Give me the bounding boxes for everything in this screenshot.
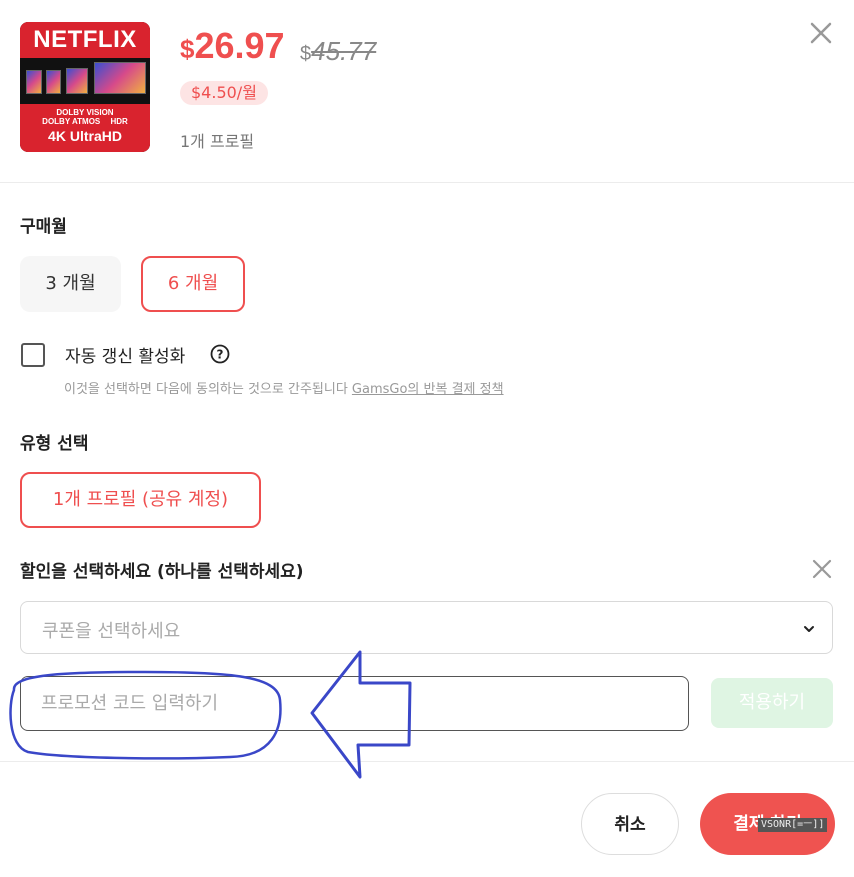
cancel-button[interactable]: 취소 [581, 793, 679, 855]
policy-link[interactable]: GamsGo의 반복 결제 정책 [352, 382, 504, 397]
apply-button[interactable]: 적용하기 [711, 678, 833, 728]
divider [0, 761, 854, 762]
old-price-value: 45.77 [311, 36, 377, 66]
device-screen [66, 68, 88, 94]
close-icon[interactable] [806, 18, 836, 48]
consent-text: 이것을 선택하면 다음에 동의하는 것으로 간주됩니다 [64, 382, 352, 397]
product-image-screens [26, 62, 146, 102]
feature-label: DOLBY VISION [56, 108, 114, 117]
coupon-placeholder: 쿠폰을 선택하세요 [42, 621, 181, 642]
feature-label: HDR [110, 117, 128, 126]
current-price: $26.97 [180, 24, 285, 71]
purchase-period-title: 구매월 [20, 217, 67, 237]
period-3-months-button[interactable]: 3 개월 [20, 256, 121, 312]
chevron-down-icon [804, 626, 814, 632]
monthly-price-badge: $4.50/월 [180, 81, 268, 105]
feature-label: DOLBY ATMOS [42, 117, 101, 126]
profile-count: 1개 프로필 [180, 132, 255, 151]
coupon-select[interactable]: 쿠폰을 선택하세요 [20, 601, 833, 654]
device-screen [94, 62, 146, 94]
product-image-features: DOLBY VISION DOLBY ATMOS HDR 4K UltraHD [20, 104, 150, 152]
auto-renew-label: 자동 갱신 활성화 [65, 347, 186, 367]
period-6-months-button[interactable]: 6 개월 [141, 256, 245, 312]
divider [0, 182, 854, 183]
product-image-brand: NETFLIX [33, 26, 137, 53]
type-select-title: 유형 선택 [20, 434, 89, 454]
device-screen [46, 70, 61, 94]
help-icon[interactable]: ? [210, 344, 230, 364]
auto-renew-checkbox[interactable] [21, 343, 45, 367]
type-option-shared-profile[interactable]: 1개 프로필 (공유 계정) [20, 472, 261, 528]
watermark-overlay: VSONR[=ㅡ]] [758, 818, 828, 832]
auto-renew-consent: 이것을 선택하면 다음에 동의하는 것으로 간주됩니다 GamsGo의 반복 결… [64, 378, 504, 397]
original-price: $45.77 [300, 34, 376, 71]
promo-code-input[interactable] [20, 676, 689, 731]
old-price-currency: $ [300, 43, 312, 65]
price-currency: $ [180, 34, 195, 64]
product-image: NETFLIX DOLBY VISION DOLBY ATMOS HDR 4K … [20, 22, 150, 152]
feature-resolution: 4K UltraHD [48, 128, 122, 144]
device-screen [26, 70, 42, 94]
price-value: 26.97 [194, 25, 285, 66]
close-icon[interactable] [810, 557, 834, 581]
svg-text:?: ? [217, 348, 224, 362]
discount-title: 할인을 선택하세요 (하나를 선택하세요) [20, 562, 304, 582]
